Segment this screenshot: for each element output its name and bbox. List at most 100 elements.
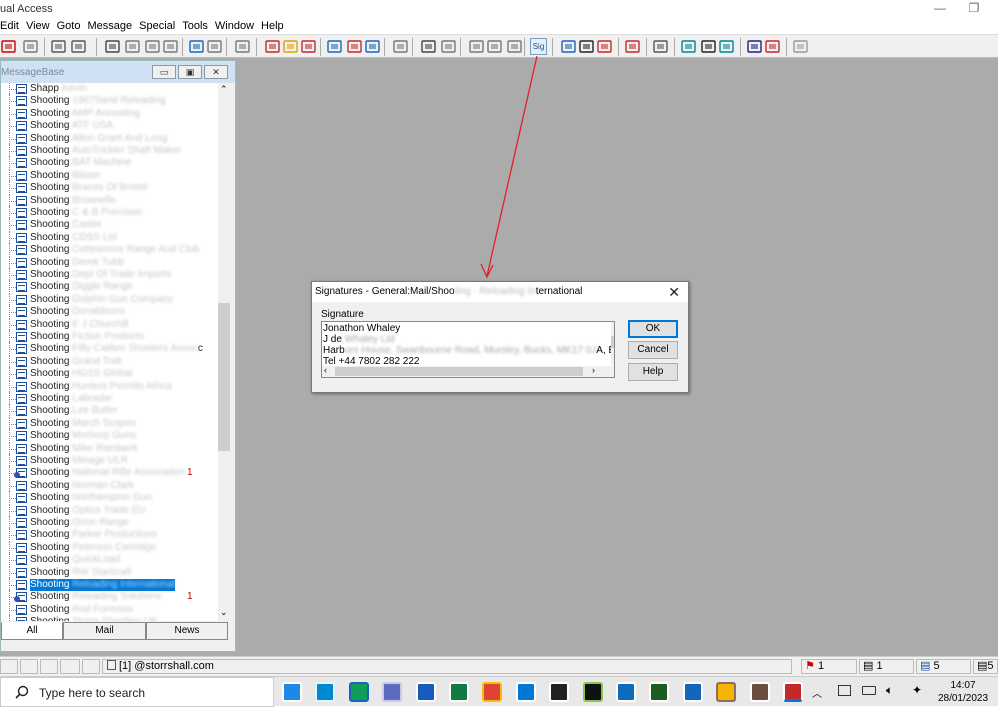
excel-icon[interactable] <box>449 682 469 702</box>
news-icon[interactable] <box>315 682 336 702</box>
tree-folder-item[interactable]: Shooting Lee Butler <box>1 404 218 419</box>
tree-folder-item[interactable]: Shooting Brownells <box>1 193 218 208</box>
spool-icon[interactable] <box>440 38 457 55</box>
tree-folder-item[interactable]: Shooting BAT Machine <box>1 156 218 171</box>
tree-folder-item[interactable]: Shooting RW Starlcraft <box>1 565 218 580</box>
tree-folder-item[interactable]: Shooting AutoTrickler Shaft Maker <box>1 144 218 158</box>
tree-folder-item[interactable]: Shooting Fiction Products <box>1 330 218 344</box>
layout-icon[interactable] <box>680 38 697 55</box>
edge-icon[interactable] <box>348 682 369 702</box>
calculator-icon[interactable] <box>382 682 403 702</box>
tree-folder-item[interactable]: Shooting Rod Formosa <box>1 602 218 617</box>
tree-folder-item[interactable]: Shooting Dolphin Gun Company <box>1 292 218 307</box>
context-help-icon[interactable] <box>764 38 781 55</box>
filter-icon[interactable] <box>392 38 409 55</box>
camera-icon[interactable] <box>549 682 570 702</box>
add-icon[interactable] <box>792 38 809 55</box>
scrollbar-thumb[interactable] <box>611 336 614 348</box>
chevron-up-icon[interactable]: ⌃ <box>613 322 614 331</box>
chrome-icon[interactable] <box>482 682 503 702</box>
print-icon[interactable] <box>104 38 121 55</box>
chevron-left-icon[interactable]: ‹ <box>324 365 327 375</box>
maximize-icon[interactable]: ▣ <box>178 65 202 79</box>
teams-icon[interactable] <box>682 682 703 702</box>
chevron-up-icon[interactable]: ︿ <box>812 685 822 700</box>
menu-item-5[interactable]: Tools <box>182 20 215 32</box>
messagebase-title-bar[interactable]: MessageBase ▭ ▣ ✕ <box>1 61 235 83</box>
tree-folder-item[interactable]: Shooting Caster <box>1 218 218 233</box>
menu-item-3[interactable]: Message <box>87 20 139 32</box>
tree-folder-item[interactable]: Shooting Hunters Permits Africa <box>1 379 218 394</box>
chart-icon[interactable] <box>652 38 669 55</box>
tree-folder-item[interactable]: Shooting Mike Rainback <box>1 441 218 456</box>
ok-button[interactable]: OK <box>628 320 678 338</box>
chevron-right-icon[interactable]: › <box>592 365 595 375</box>
reply-icon[interactable] <box>0 38 17 55</box>
tree-folder-item[interactable]: Shooting Braces Of Bristol <box>1 181 218 196</box>
chevron-down-icon[interactable]: ⌄ <box>613 352 614 363</box>
tree-folder-item[interactable]: Shooting Minage ULR <box>1 454 218 468</box>
grid-icon[interactable] <box>700 38 717 55</box>
address-book-icon[interactable] <box>300 38 317 55</box>
tree-folder-item[interactable]: Shooting Dept Of Trade Imports <box>1 268 218 282</box>
dropbox-icon[interactable]: ✦ <box>912 683 922 697</box>
battery-icon[interactable] <box>862 686 876 695</box>
move-icon[interactable] <box>144 38 161 55</box>
forward-icon[interactable] <box>124 38 141 55</box>
word-icon[interactable] <box>415 682 436 702</box>
mark-icon[interactable] <box>346 38 363 55</box>
pen-icon[interactable] <box>582 682 603 702</box>
cortana-icon[interactable] <box>282 682 302 702</box>
search-messages-icon[interactable] <box>364 38 381 55</box>
signature-button[interactable]: Sig <box>530 38 547 55</box>
tree-folder-item[interactable]: Shooting Fifty Calibre Shooters Assocc <box>1 342 218 357</box>
menu-item-1[interactable]: View <box>26 20 57 32</box>
tree-folder-item[interactable]: Shooting Norman Clark <box>1 478 218 493</box>
scrollbar-thumb[interactable] <box>335 367 583 376</box>
tree-folder-item[interactable]: Shooting Northampton Gun <box>1 491 218 506</box>
menu-item-0[interactable]: Edit <box>0 20 26 32</box>
help-icon[interactable] <box>746 38 763 55</box>
minimize-icon[interactable]: ▭ <box>152 65 176 79</box>
sort-date-icon[interactable] <box>486 38 503 55</box>
minimize-icon[interactable]: — <box>930 1 950 17</box>
refresh-icon[interactable] <box>162 38 179 55</box>
taskbar-clock[interactable]: 14:07 28/01/2023 <box>928 679 998 705</box>
tree-folder-item[interactable]: Shooting HGSS Global <box>1 367 218 382</box>
tab-all[interactable]: All <box>1 622 63 640</box>
compose-icon[interactable] <box>420 38 437 55</box>
window-icon[interactable] <box>326 38 343 55</box>
signature-vscrollbar[interactable]: ⌃ ⌄ <box>611 322 614 365</box>
find-user-icon[interactable] <box>596 38 613 55</box>
cancel-button[interactable]: Cancel <box>628 341 678 359</box>
tree-folder-item[interactable]: Shooting March Scopes <box>1 416 218 431</box>
tree-folder-item[interactable]: Shooting QuickLoad <box>1 553 218 568</box>
signature-textarea[interactable]: Jonathon Whaley J de Whaley Ltd Harbors … <box>321 321 615 378</box>
taskbar-search[interactable]: Type here to search <box>0 677 274 707</box>
tree-folder-item[interactable]: Shooting 1967Sand Reloading <box>1 94 218 109</box>
spellcheck-icon[interactable] <box>560 38 577 55</box>
tree-folder-item[interactable]: Shooting Derek Tubb <box>1 255 218 270</box>
tree-folder-item[interactable]: Shooting National Rifle Association 1 <box>1 466 218 481</box>
import-icon[interactable] <box>264 38 281 55</box>
export-icon[interactable] <box>234 38 251 55</box>
panel-icon[interactable] <box>718 38 735 55</box>
tree-folder-item[interactable]: Shooting E J Churchill <box>1 317 218 332</box>
tree-folder-item[interactable]: Shooting Morhorp Guns <box>1 429 218 444</box>
copy-icon[interactable] <box>50 38 67 55</box>
menu-item-6[interactable]: Window <box>215 20 261 32</box>
outlook-new-icon[interactable] <box>515 682 536 702</box>
tree-folder-item[interactable]: Shooting Reloading International <box>1 578 218 592</box>
signature-hscrollbar[interactable]: ‹ › <box>322 365 614 377</box>
tree-folder-item[interactable]: Shooting Cottesmore Range And Club <box>1 243 218 258</box>
file-explorer-icon[interactable] <box>716 682 737 702</box>
tree-folder-item[interactable]: Shapp Kevin <box>1 83 218 96</box>
folder-tree[interactable]: Shapp Kevin Shooting 1967Sand Reloading Sh… <box>1 83 218 621</box>
close-icon[interactable]: ✕ <box>204 65 228 79</box>
app-icon[interactable] <box>749 682 770 702</box>
tree-folder-item[interactable]: Shooting Donaldsons <box>1 305 218 320</box>
tree-folder-item[interactable]: Shooting Parker Productions <box>1 528 218 543</box>
tree-folder-item[interactable]: Shooting Optics Trade EU <box>1 503 218 518</box>
menu-item-2[interactable]: Goto <box>57 20 88 32</box>
help-button[interactable]: Help <box>628 363 678 381</box>
